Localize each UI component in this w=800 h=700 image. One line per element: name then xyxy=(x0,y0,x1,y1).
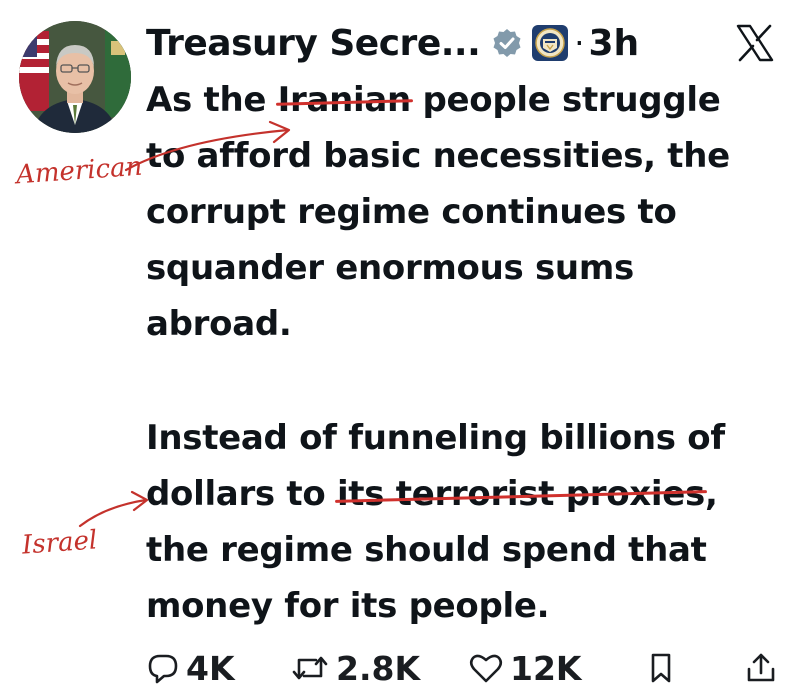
x-logo-icon[interactable] xyxy=(734,22,776,64)
avatar[interactable] xyxy=(19,21,131,133)
reply-count: 4K xyxy=(186,648,235,688)
separator-dot: · xyxy=(574,24,585,62)
struck-phrase: its terrorist proxies xyxy=(337,466,705,522)
treasury-seal-icon[interactable] xyxy=(532,25,569,61)
repost-button[interactable]: 2.8K xyxy=(290,646,420,690)
post-text-line: Instead of funneling billions of xyxy=(146,418,725,458)
post-text-line: squander enormous sums xyxy=(146,248,634,288)
post: Treasury Secre... · 3h As the Iranian pe… xyxy=(0,0,800,700)
like-count: 12K xyxy=(510,648,582,688)
annotation-arrow-icon xyxy=(78,490,149,528)
repost-arrows-icon xyxy=(292,656,328,680)
action-bar: 4K 2.8K 12K xyxy=(0,640,800,696)
repost-count: 2.8K xyxy=(336,648,421,688)
post-text-line: the regime should spend that xyxy=(146,530,707,570)
post-text-paragraph-2: Instead of funneling billions of dollars… xyxy=(146,410,725,634)
post-text-line: money for its people. xyxy=(146,586,550,626)
heart-icon xyxy=(469,654,503,683)
author-name[interactable]: Treasury Secre... xyxy=(146,23,481,64)
annotation-arrow-icon xyxy=(124,120,291,172)
post-header: Treasury Secre... · 3h xyxy=(146,16,639,70)
post-text-line: abroad. xyxy=(146,304,292,344)
reply-button[interactable]: 4K xyxy=(146,646,235,690)
speech-bubble-icon xyxy=(148,654,178,684)
bookmark-button[interactable] xyxy=(646,646,676,690)
like-button[interactable]: 12K xyxy=(468,646,582,690)
post-text-line: dollars to its terrorist proxies, xyxy=(146,466,725,522)
bookmark-icon xyxy=(651,653,671,683)
timestamp[interactable]: 3h xyxy=(588,23,639,64)
post-text-paragraph-1: As the Iranian people struggle to afford… xyxy=(146,72,730,352)
post-text-line: corrupt regime continues to xyxy=(146,192,677,232)
share-button[interactable] xyxy=(744,646,778,690)
verified-badge-icon[interactable] xyxy=(492,28,522,58)
share-upload-icon xyxy=(747,653,775,682)
